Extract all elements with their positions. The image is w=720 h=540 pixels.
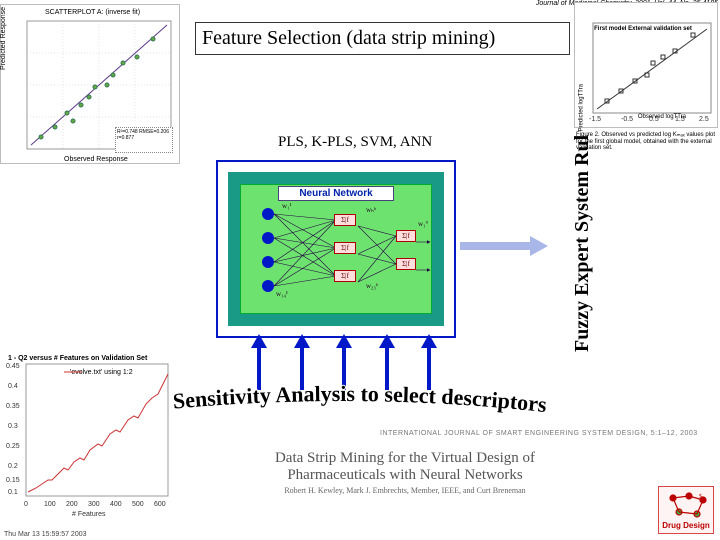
svg-text:0.25: 0.25: [6, 443, 20, 450]
timestamp: Thu Mar 13 15:59:57 2003: [4, 531, 87, 538]
neural-network-diagram: Neural Network Σ|f Σ|f Σ|f Σ|f Σ|f w₁¹ w…: [216, 160, 456, 338]
svg-text:SCATTERPLOT A: (inverse fit): SCATTERPLOT A: (inverse fit): [45, 9, 140, 16]
svg-text:0.2: 0.2: [8, 463, 18, 470]
page-title: Feature Selection (data strip mining): [195, 22, 570, 55]
svg-text:# Features: # Features: [72, 511, 106, 518]
left-ylabel: Predicted Response: [0, 7, 7, 70]
svg-text:0.35: 0.35: [6, 403, 20, 410]
scatter-legend: R²=0.748 RMSE=0.206 r=0.877: [115, 127, 173, 153]
svg-text:$: $: [699, 493, 702, 500]
svg-text:300: 300: [88, 501, 100, 508]
svg-text:400: 400: [110, 501, 122, 508]
figure-caption: Figure 2. Observed vs predicted log Kₘₐₓ…: [576, 132, 716, 152]
svg-text:0.15: 0.15: [6, 477, 20, 484]
svg-text:2.5: 2.5: [699, 116, 709, 123]
svg-text:200: 200: [66, 501, 78, 508]
drug-design-logo: $ Drug Design: [658, 486, 714, 534]
svg-text:0: 0: [24, 501, 28, 508]
right-scatter-title: First model External validation set: [588, 26, 698, 32]
line-chart: 1 - Q2 versus # Features on Validation S…: [2, 350, 174, 518]
svg-text:0.4: 0.4: [8, 383, 18, 390]
paper-title-block: Data Strip Mining for the Virtual Design…: [240, 450, 570, 495]
svg-text:500: 500: [132, 501, 144, 508]
svg-text:0.45: 0.45: [6, 363, 20, 370]
paper-journal: INTERNATIONAL JOURNAL OF SMART ENGINEERI…: [380, 430, 698, 437]
svg-text:100: 100: [44, 501, 56, 508]
left-scatter-plot: SCATTERPLOT A: (inverse fit) R²=0.748 RM…: [0, 4, 180, 164]
svg-text:600: 600: [154, 501, 166, 508]
right-scatter-plot: -1.5-0.50.5 1.52.5: [574, 2, 718, 128]
methods-label: PLS, K-PLS, SVM, ANN: [278, 134, 432, 151]
arrow-right-icon: [460, 236, 550, 256]
svg-text:-0.5: -0.5: [621, 116, 633, 123]
svg-text:Fuzzy Expert System Rul: Fuzzy Expert System Rul: [571, 134, 593, 352]
left-xlabel: Observed Response: [64, 156, 128, 163]
svg-text:-1.5: -1.5: [589, 116, 601, 123]
svg-text:0.3: 0.3: [8, 423, 18, 430]
right-xlabel: Observed logTTra: [638, 114, 686, 120]
arrow-up-group: [254, 334, 434, 390]
right-ylabel: Predicted logTTra: [578, 84, 584, 131]
svg-text:1 - Q2 versus # Features on Va: 1 - Q2 versus # Features on Validation S…: [8, 355, 148, 362]
fuzzy-wordart: Fuzzy Expert System Rul: [556, 132, 604, 356]
svg-text:0.1: 0.1: [8, 489, 18, 496]
svg-text:GA or Sensitivity Analysis to: GA or Sensitivity Analysis to select des…: [108, 384, 548, 420]
